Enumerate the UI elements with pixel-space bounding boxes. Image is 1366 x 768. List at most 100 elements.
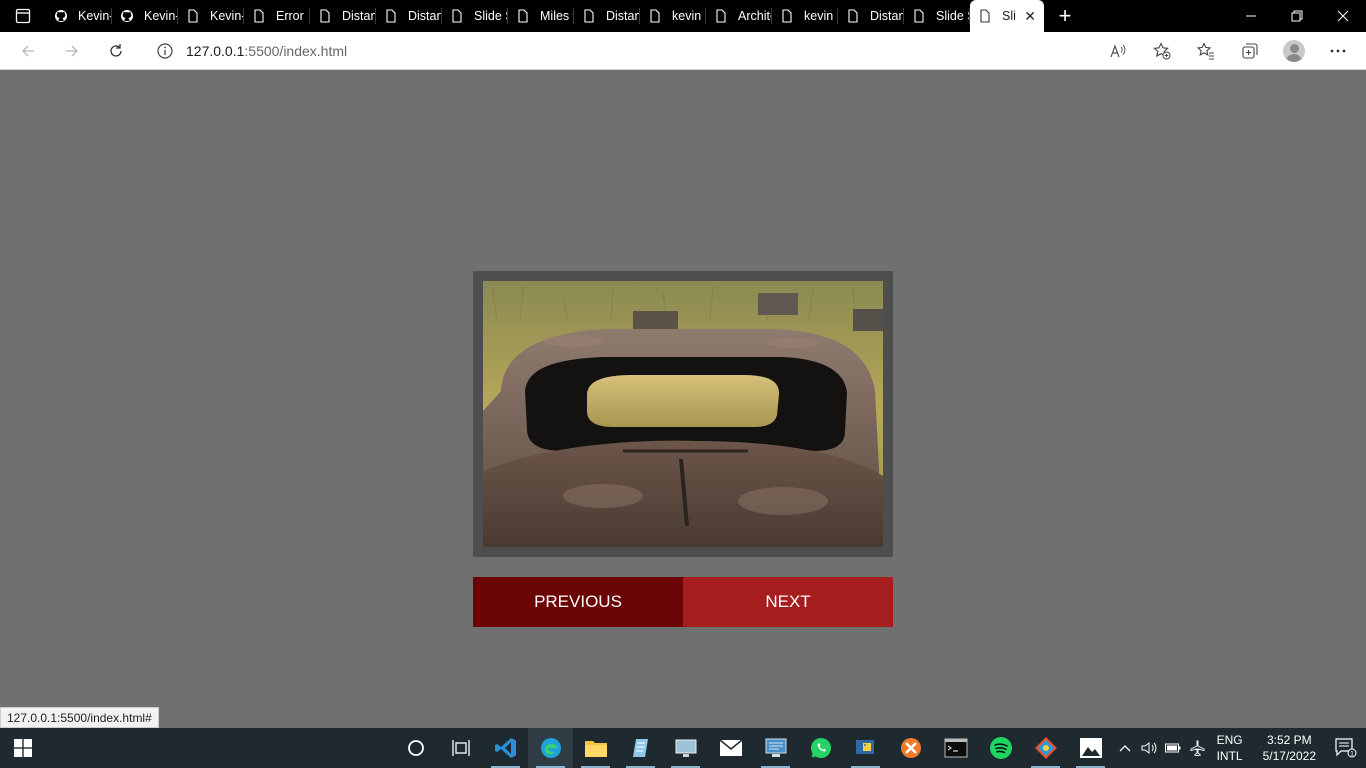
tab-label: Kevin-(	[78, 9, 112, 23]
page-icon	[452, 9, 462, 23]
airplane-mode-button[interactable]	[1185, 728, 1209, 768]
tab-label: Error	[276, 9, 304, 23]
collections-icon	[1242, 43, 1258, 59]
lang-line-1: ENG	[1216, 733, 1243, 747]
page-icon	[188, 9, 198, 23]
tab-1[interactable]: Kevin-(	[112, 0, 178, 32]
back-arrow-icon	[22, 45, 34, 56]
tab-actions-icon	[15, 8, 31, 24]
tab-11[interactable]: kevin	[772, 0, 838, 32]
collections-button[interactable]	[1228, 32, 1272, 70]
taskbar-edge[interactable]	[528, 728, 573, 768]
clock-time: 3:52 PM	[1266, 733, 1312, 747]
taskbar-vscode[interactable]	[483, 728, 528, 768]
tab-4[interactable]: Distanc	[310, 0, 376, 32]
taskbar-terminal[interactable]	[933, 728, 978, 768]
status-bar-url: 127.0.0.1:5500/index.html#	[0, 707, 159, 728]
tab-label: Distanc	[342, 9, 376, 23]
tab-0[interactable]: Kevin-(	[46, 0, 112, 32]
minimize-button[interactable]	[1228, 0, 1274, 32]
settings-more-button[interactable]	[1316, 32, 1360, 70]
start-button[interactable]	[0, 728, 45, 768]
vscode-icon	[494, 738, 516, 758]
taskbar-app-monitor[interactable]	[663, 728, 708, 768]
notes-icon	[632, 739, 648, 757]
previous-button[interactable]: PREVIOUS	[473, 577, 683, 627]
tab-label: Sli	[1002, 9, 1016, 23]
tab-label: Slide S	[474, 9, 508, 23]
taskbar-app-notes[interactable]	[618, 728, 663, 768]
url-text[interactable]: 127.0.0.1:5500/index.html	[186, 43, 347, 59]
forward-button[interactable]	[50, 32, 94, 70]
tab-label: Slide S	[936, 9, 970, 23]
window-controls	[1228, 0, 1366, 32]
site-info-icon[interactable]	[156, 42, 174, 60]
tab-2[interactable]: Kevin-(	[178, 0, 244, 32]
read-aloud-icon	[1110, 44, 1126, 58]
tab-label: Distanc	[606, 9, 640, 23]
edge-icon	[540, 738, 561, 758]
search-button[interactable]	[393, 728, 438, 768]
taskbar-app-computer[interactable]	[753, 728, 798, 768]
tab-active[interactable]: Sli ✕	[970, 0, 1044, 32]
page-icon	[386, 9, 396, 23]
page-icon	[650, 9, 660, 23]
mail-icon	[719, 739, 742, 756]
tab-actions-button[interactable]	[0, 0, 46, 32]
taskbar-app-x[interactable]	[888, 728, 933, 768]
tab-13[interactable]: Slide S	[904, 0, 970, 32]
tab-8[interactable]: Distanc	[574, 0, 640, 32]
browser-toolbar: 127.0.0.1:5500/index.html	[0, 32, 1366, 70]
restore-icon	[1291, 10, 1303, 22]
system-tray: ENG INTL 3:52 PM 5/17/2022 1	[1113, 728, 1366, 768]
taskbar-whatsapp[interactable]	[798, 728, 843, 768]
taskbar-python[interactable]	[843, 728, 888, 768]
taskbar-spotify[interactable]	[978, 728, 1023, 768]
address-bar[interactable]: 127.0.0.1:5500/index.html	[144, 35, 1174, 67]
profile-button[interactable]	[1272, 32, 1316, 70]
notification-center-button[interactable]: 1	[1326, 728, 1366, 768]
input-language[interactable]: ENG INTL	[1217, 732, 1243, 764]
close-window-button[interactable]	[1320, 0, 1366, 32]
favorites-icon	[1197, 42, 1214, 60]
page-icon	[716, 9, 726, 23]
airplane-icon	[1190, 740, 1205, 756]
read-aloud-button[interactable]	[1096, 32, 1140, 70]
tab-strip: Kevin-(Kevin-(Kevin-(Error Distanc Distanc…	[46, 0, 970, 32]
show-hidden-icons-button[interactable]	[1113, 728, 1137, 768]
next-button[interactable]: NEXT	[683, 577, 893, 627]
spotify-icon	[989, 737, 1012, 759]
tab-10[interactable]: Archite	[706, 0, 772, 32]
tab-7[interactable]: Miles t	[508, 0, 574, 32]
taskbar-mail[interactable]	[708, 728, 753, 768]
cortana-circle-icon	[407, 740, 424, 756]
tab-6[interactable]: Slide S	[442, 0, 508, 32]
tab-9[interactable]: kevin	[640, 0, 706, 32]
task-view-button[interactable]	[438, 728, 483, 768]
battery-button[interactable]	[1161, 728, 1185, 768]
tab-12[interactable]: Distanc	[838, 0, 904, 32]
clock-date: 5/17/2022	[1262, 749, 1316, 763]
new-tab-button[interactable]: +	[1044, 0, 1086, 32]
favorites-button[interactable]	[1184, 32, 1228, 70]
tab-3[interactable]: Error	[244, 0, 310, 32]
page-icon	[848, 9, 858, 23]
notification-icon: 1	[1335, 738, 1357, 758]
browser-tab-bar: Kevin-(Kevin-(Kevin-(Error Distanc Distanc…	[0, 0, 1366, 32]
add-favorite-button[interactable]	[1140, 32, 1184, 70]
taskbar-photos[interactable]	[1068, 728, 1113, 768]
clock[interactable]: 3:52 PM 5/17/2022	[1263, 732, 1316, 764]
taskbar-git[interactable]	[1023, 728, 1068, 768]
url-path: :5500/index.html	[244, 43, 348, 59]
restore-button[interactable]	[1274, 0, 1320, 32]
close-tab-icon[interactable]: ✕	[1024, 8, 1036, 25]
github-icon	[55, 10, 67, 22]
tab-5[interactable]: Distanc	[376, 0, 442, 32]
tab-label: Kevin-(	[144, 9, 178, 23]
refresh-button[interactable]	[94, 32, 138, 70]
page-icon	[254, 9, 264, 23]
taskbar-file-explorer[interactable]	[573, 728, 618, 768]
xampp-icon	[900, 738, 921, 758]
back-button[interactable]	[6, 32, 50, 70]
volume-button[interactable]	[1137, 728, 1161, 768]
